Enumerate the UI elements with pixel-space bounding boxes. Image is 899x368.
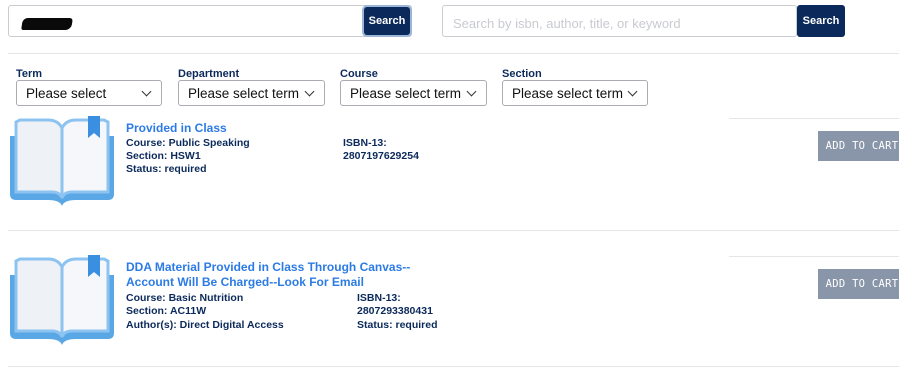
section-label: Section: [502, 68, 542, 80]
item-section: Section: AC11W: [126, 305, 207, 317]
chevron-down-icon: [627, 86, 638, 97]
cart-divider: [729, 256, 899, 257]
section-select[interactable]: Please select term: [502, 80, 648, 106]
course-select[interactable]: Please select term: [340, 80, 487, 106]
item-isbn: 2807293380431: [357, 305, 433, 317]
chevron-down-icon: [304, 86, 315, 97]
course-label: Course: [340, 68, 378, 80]
course-select-value: Please select term: [350, 85, 462, 101]
redacted-search-text: [21, 18, 73, 30]
item-isbn: 2807197629254: [343, 150, 419, 162]
open-book-icon: [10, 116, 114, 206]
section-select-value: Please select term: [512, 85, 624, 101]
item-divider: [8, 230, 899, 231]
term-select-value: Please select: [26, 85, 107, 101]
chevron-down-icon: [466, 86, 477, 97]
department-select[interactable]: Please select term: [178, 80, 325, 106]
item-course: Course: Basic Nutrition: [126, 292, 244, 304]
department-select-value: Please select term: [188, 85, 300, 101]
item-isbn-label: ISBN-13:: [343, 137, 387, 149]
primary-search-field[interactable]: Search: [8, 5, 412, 40]
item-authors: Author(s): Direct Digital Access: [126, 319, 284, 331]
item-title-line-2[interactable]: Account Will Be Charged--Look For Email: [126, 275, 364, 289]
item-isbn-label: ISBN-13:: [357, 292, 401, 304]
add-to-cart-button[interactable]: ADD TO CART: [818, 131, 899, 161]
open-book-icon: [10, 255, 114, 345]
divider: [8, 53, 899, 54]
item-course: Course: Public Speaking: [126, 137, 250, 149]
primary-search-input[interactable]: [79, 6, 363, 40]
item-status: Status: required: [126, 163, 207, 175]
primary-search-button[interactable]: Search: [364, 7, 410, 35]
item-title-line-1[interactable]: DDA Material Provided in Class Through C…: [126, 260, 410, 274]
isbn-keyword-search-input[interactable]: [451, 6, 795, 40]
item-title[interactable]: Provided in Class: [126, 121, 227, 135]
item-divider: [8, 366, 899, 367]
term-label: Term: [16, 68, 43, 80]
term-select[interactable]: Please select: [16, 80, 162, 106]
secondary-search-button[interactable]: Search: [797, 5, 845, 37]
add-to-cart-button[interactable]: ADD TO CART: [818, 269, 899, 299]
department-label: Department: [178, 68, 240, 80]
secondary-search-field[interactable]: [442, 5, 797, 40]
chevron-down-icon: [141, 86, 152, 97]
item-section: Section: HSW1: [126, 150, 201, 162]
item-status: Status: required: [357, 319, 438, 331]
cart-divider: [729, 118, 899, 119]
